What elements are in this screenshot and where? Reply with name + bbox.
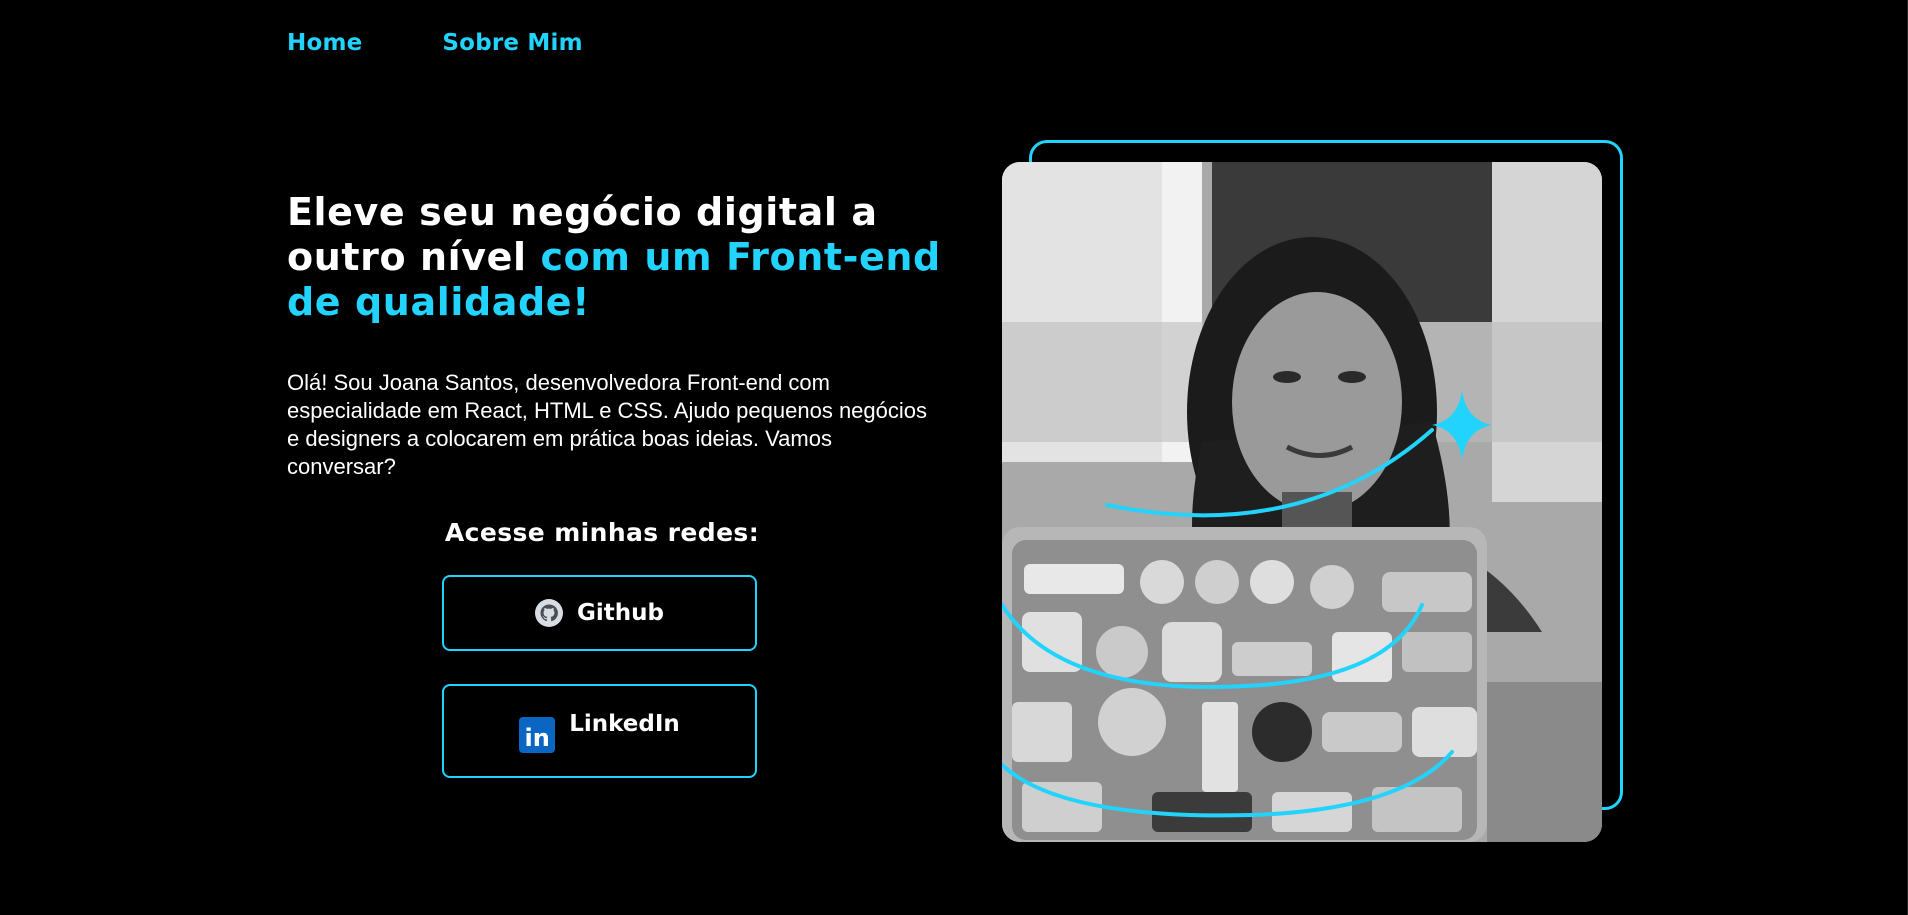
hero-section: Eleve seu negócio digital a outro nível … <box>287 190 947 481</box>
hero-title: Eleve seu negócio digital a outro nível … <box>287 190 947 325</box>
social-title: Acesse minhas redes: <box>444 518 760 547</box>
hero-description: Olá! Sou Joana Santos, desenvolvedora Fr… <box>287 370 928 479</box>
github-icon <box>535 599 564 627</box>
portrait-photo <box>1002 162 1602 842</box>
nav-home-link[interactable]: Home <box>287 30 362 56</box>
top-nav: Home Sobre Mim <box>287 30 583 56</box>
github-button-label: Github <box>577 600 664 626</box>
linkedin-icon: in <box>519 717 556 753</box>
linkedin-button[interactable]: in LinkedIn <box>442 684 757 778</box>
nav-about-link[interactable]: Sobre Mim <box>442 30 582 56</box>
github-button[interactable]: Github <box>442 575 757 651</box>
linkedin-button-label: LinkedIn <box>569 711 680 737</box>
portrait-area <box>1002 140 1627 845</box>
social-section: Acesse minhas redes: Github in LinkedIn <box>442 518 762 778</box>
